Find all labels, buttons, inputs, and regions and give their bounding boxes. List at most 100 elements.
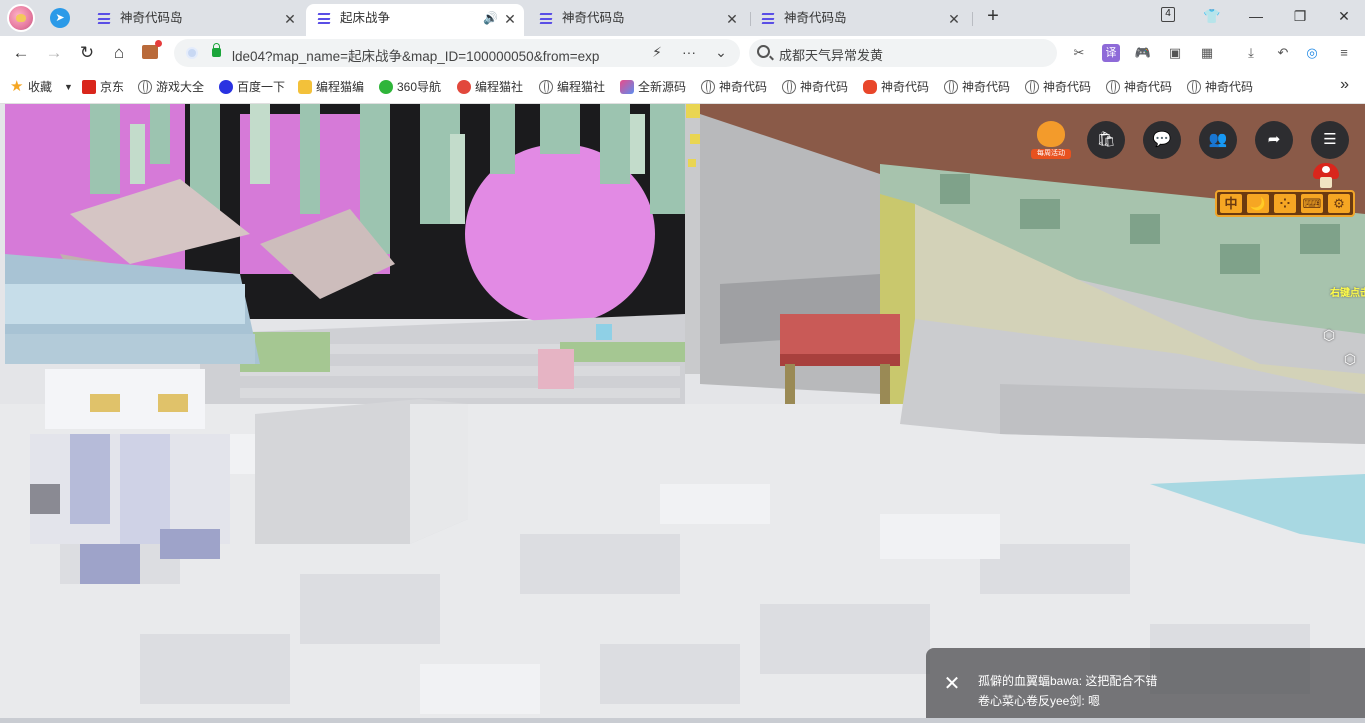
bookmark-label: 百度一下 [237,80,286,94]
bookmark-label: 神奇代码 [1124,80,1173,94]
lightning-icon[interactable]: ⚡ [648,44,666,61]
close-chat-icon[interactable]: ✕ [942,674,962,694]
bookmark-codemao-community[interactable]: 编程猫社 [457,78,525,96]
download-icon[interactable]: ⤓ [1242,44,1260,62]
speaker-icon[interactable]: 🔊 [483,4,498,32]
minimize-button[interactable]: — [1245,6,1267,28]
codemao-community-icon [457,80,471,94]
restore-button[interactable]: ❐ [1289,6,1311,28]
bookmark-jd[interactable]: 京东 [82,78,130,96]
scissors-icon[interactable]: ✂ [1070,44,1088,62]
site-info-icon[interactable] [186,47,198,59]
bookmark-label: 编程猫编 [316,80,365,94]
close-tab-icon[interactable]: ✕ [502,5,518,33]
codeisland-favicon-icon [317,13,332,24]
search-icon [757,45,770,58]
reload-button[interactable]: ↻ [75,41,99,65]
chevron-down-icon[interactable]: ⌄ [712,44,730,61]
address-bar[interactable]: lde04?map_name=起床战争&map_ID=100000050&fro… [174,39,740,67]
main-menu-icon[interactable]: ≡ [1335,44,1353,62]
caret-down-icon[interactable]: ▼ [64,78,73,96]
bookmark-shenqi-6[interactable]: 神奇代码 [1106,78,1174,96]
search-suggestion[interactable]: 成都天气异常发黄 [779,45,883,64]
translate-icon[interactable]: 译 [1102,44,1120,62]
url-text[interactable]: lde04?map_name=起床战争&map_ID=100000050&fro… [232,45,642,65]
language-button[interactable]: 中 [1220,194,1242,213]
game-canvas[interactable]: 每周活动 🛍 💬 👥 ➦ ☰ 中 🌙 ⁘ ⌨ ⚙ 右键点击 ⬡ ⬡ ✕ 孤僻的血… [0,104,1365,723]
globe-icon [539,80,553,94]
tab-title: 神奇代码岛 [562,11,625,25]
browser-toolbar: ← → ↻ ⌂ lde04?map_name=起床战争&map_ID=10000… [0,36,1365,70]
shop-icon[interactable]: 🛍 [1087,121,1125,159]
bookmark-shenqi-2[interactable]: 神奇代码 [782,78,850,96]
tab-count-badge[interactable]: 4 [1161,7,1175,22]
back-button[interactable]: ← [9,41,33,65]
bookmark-shenqi-5[interactable]: 神奇代码 [1025,78,1093,96]
shirt-skin-icon[interactable]: 👕 [1201,6,1223,28]
close-tab-icon[interactable]: ✕ [724,5,740,33]
baidu-icon [219,80,233,94]
profile-avatar[interactable] [7,4,35,32]
keyboard-icon[interactable]: ⌨ [1301,194,1323,213]
fish-icon [1037,121,1065,147]
telegram-icon[interactable]: ➤ [50,8,70,28]
bookmark-shenqi-4[interactable]: 神奇代码 [944,78,1012,96]
bookmark-label: 神奇代码 [719,80,768,94]
close-window-button[interactable]: ✕ [1333,6,1355,28]
bookmark-label: 神奇代码 [1043,80,1092,94]
forward-button[interactable]: → [42,41,66,65]
gamepad-icon[interactable]: 🎮 [1134,44,1152,62]
hexagon-icon[interactable]: ⬡ [1343,352,1357,366]
lock-icon[interactable] [212,43,221,57]
bookmark-source[interactable]: 全新源码 [620,78,688,96]
codeisland-favicon-icon [761,13,776,24]
bookmark-360[interactable]: 360导航 [379,78,443,96]
bookmark-games[interactable]: 游戏大全 [138,78,208,96]
more-icon[interactable]: ··· [680,44,698,60]
night-mode-icon[interactable]: 🌙 [1247,194,1269,213]
weekly-event-label: 每周活动 [1031,149,1071,159]
bookmark-shenqi-7[interactable]: 神奇代码 [1187,78,1255,96]
weekly-event-button[interactable]: 每周活动 [1031,121,1071,161]
tab-shenqi-3[interactable]: 神奇代码岛 ✕ [750,4,968,36]
dots-icon[interactable]: ⁘ [1274,194,1296,213]
menu-icon[interactable]: ☰ [1311,121,1349,159]
bookmark-shenqi-1[interactable]: 神奇代码 [701,78,769,96]
browser-logo-icon[interactable]: ◎ [1303,44,1321,62]
undo-icon[interactable]: ↶ [1274,44,1292,62]
flower-icon [863,80,877,94]
mushroom-icon[interactable] [1313,163,1339,189]
tab-bedwars[interactable]: 起床战争 🔊 ✕ [306,4,524,36]
close-tab-icon[interactable]: ✕ [282,5,298,33]
home-button[interactable]: ⌂ [107,41,131,65]
friends-icon[interactable]: 👥 [1199,121,1237,159]
hexagon-icon[interactable]: ⬡ [1322,328,1336,342]
codemao-icon [298,80,312,94]
settings-gear-icon[interactable]: ⚙ [1328,194,1350,213]
bookmark-codemao[interactable]: 编程猫编 [298,78,366,96]
game-scene [0,104,1365,723]
jd-icon [82,80,96,94]
bookmark-label: 游戏大全 [156,80,205,94]
tab-title: 起床战争 [340,11,391,25]
bookmark-codemao-2[interactable]: 编程猫社 [539,78,607,96]
briefcase-icon[interactable] [142,40,162,59]
apps-grid-icon[interactable]: ▦ [1198,44,1216,62]
bookmarks-bar: ★ 收藏 ▼ 京东 游戏大全 百度一下 编程猫编 360导航 编程猫社 编程猫社… [0,70,1365,104]
share-icon[interactable]: ➦ [1255,121,1293,159]
tab-shenqi-2[interactable]: 神奇代码岛 ✕ [528,4,746,36]
bookmark-favorites[interactable]: ★ 收藏 ▼ [10,78,76,96]
right-click-tip: 右键点击 [1330,288,1365,299]
bookmark-baidu[interactable]: 百度一下 [219,78,289,96]
bookmarks-overflow-icon[interactable]: » [1340,76,1349,94]
bookmark-shenqi-3[interactable]: 神奇代码 [863,78,931,96]
tab-shenqi-1[interactable]: 神奇代码岛 ✕ [86,4,304,36]
bookmark-label: 神奇代码 [800,80,849,94]
screen-icon[interactable]: ▣ [1166,44,1184,62]
globe-icon [782,80,796,94]
chat-icon[interactable]: 💬 [1143,121,1181,159]
close-tab-icon[interactable]: ✕ [946,5,962,33]
search-box[interactable]: 成都天气异常发黄 [749,39,1057,67]
source-icon [620,80,634,94]
new-tab-button[interactable]: + [982,6,1004,28]
